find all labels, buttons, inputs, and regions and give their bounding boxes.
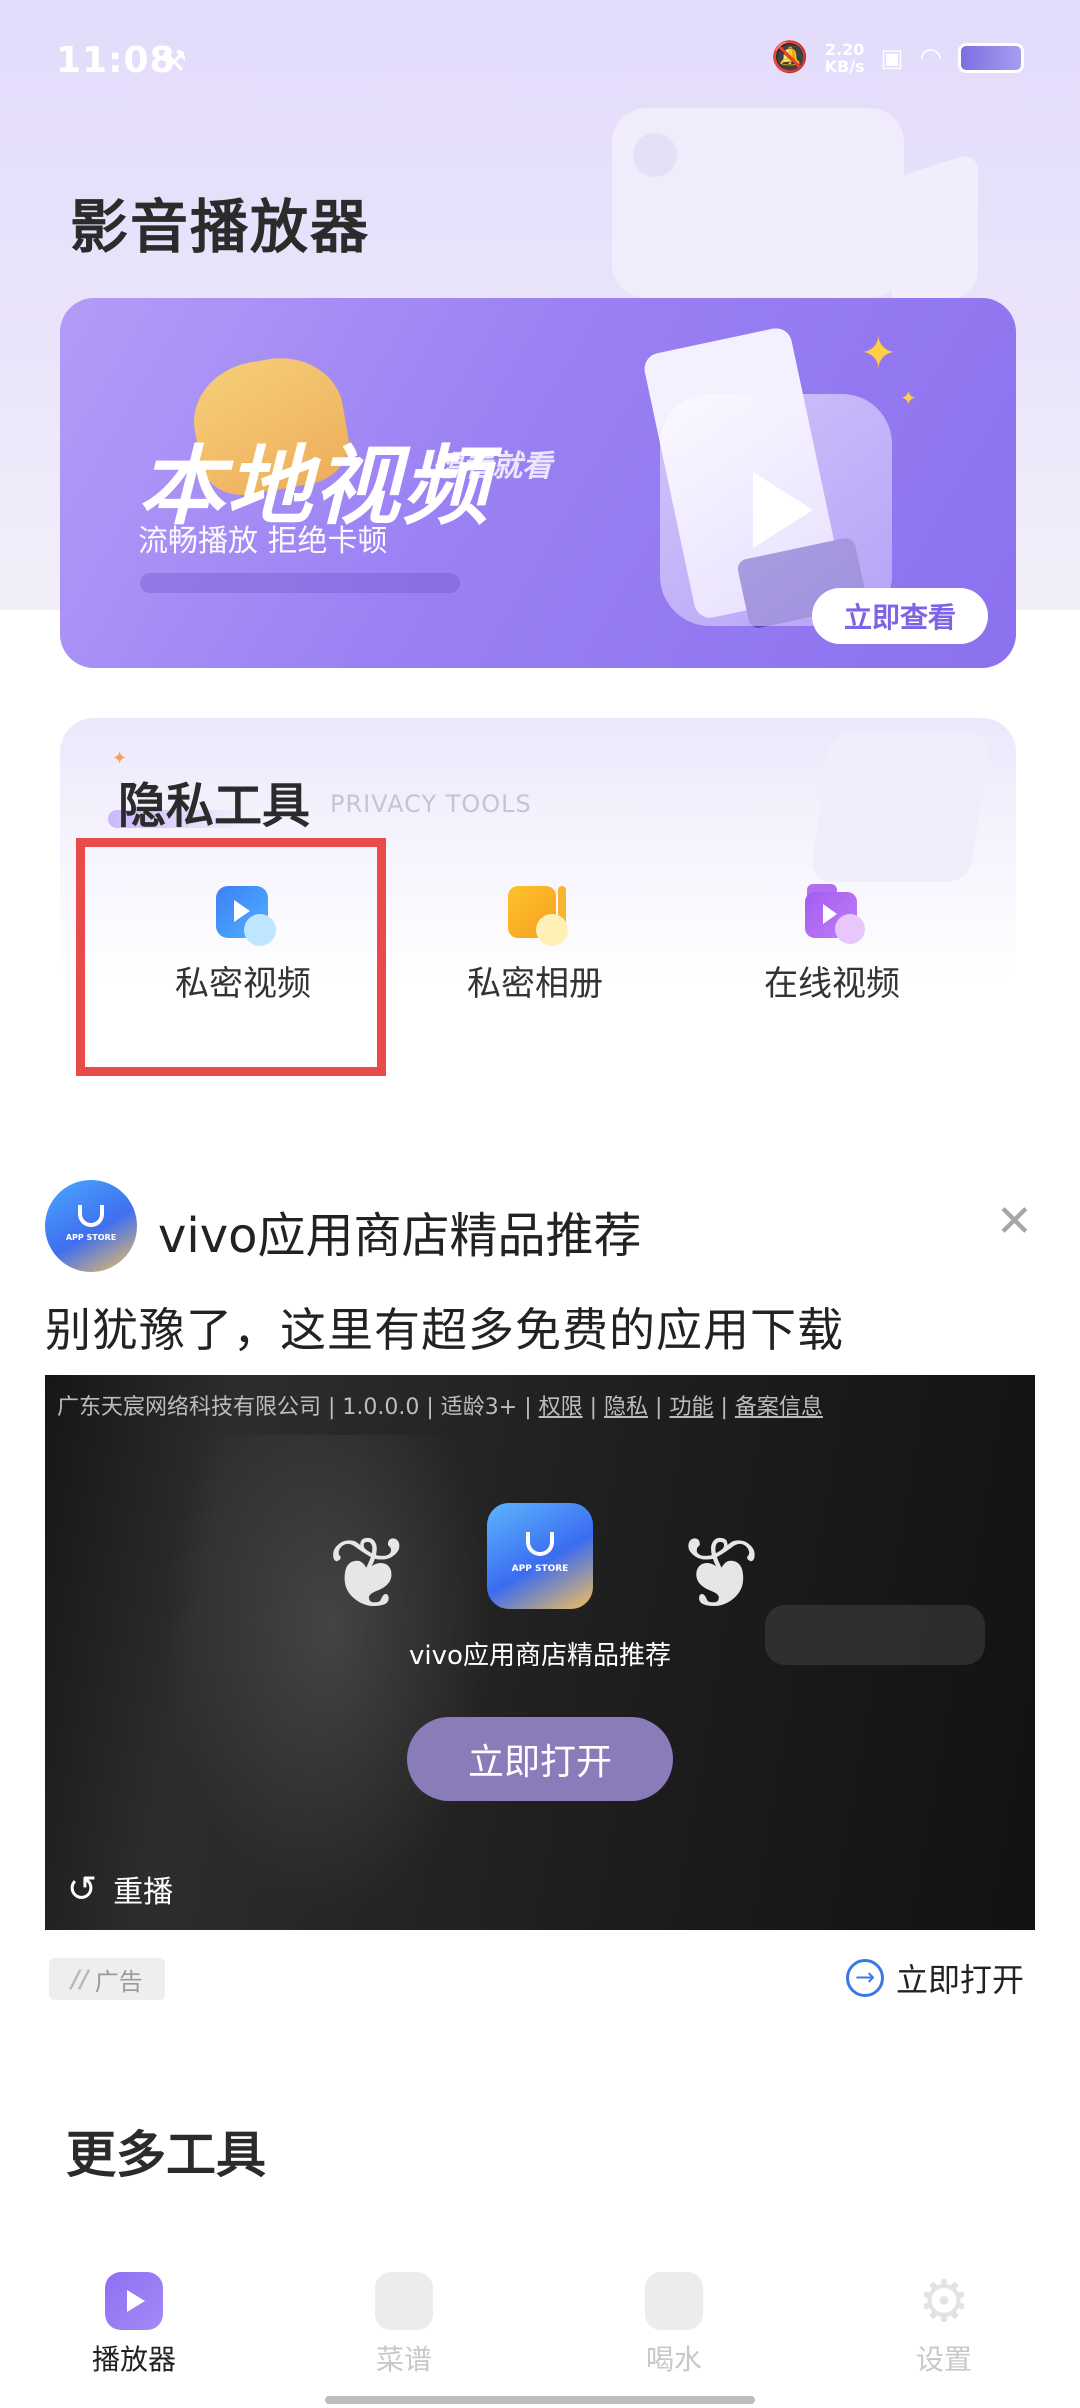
nav-item-water[interactable]: 喝水 bbox=[584, 2272, 764, 2378]
video-blur-figure bbox=[165, 1435, 495, 1915]
function-link[interactable]: 功能 bbox=[669, 1395, 713, 1420]
privacy-tools-subtitle: PRIVACY TOOLS bbox=[330, 790, 532, 818]
ad-badge-label: 广告 bbox=[94, 1967, 143, 1996]
nav-label-settings: 设置 bbox=[915, 2343, 972, 2376]
private-album-label: 私密相册 bbox=[467, 964, 603, 1004]
banner-shadow-decoration bbox=[140, 573, 460, 593]
sim-icon: ▣ bbox=[880, 43, 904, 72]
more-tools-title: 更多工具 bbox=[66, 2126, 266, 2184]
recipe-icon bbox=[375, 2272, 433, 2330]
view-now-button[interactable]: 立即查看 bbox=[812, 588, 988, 644]
bottom-nav: 播放器 菜谱 喝水 ⚙ 设置 bbox=[0, 2250, 1080, 2408]
banner-tagline: 想看就看 bbox=[432, 449, 552, 484]
local-video-banner[interactable]: 本地视频 想看就看 流畅播放 拒绝卡顿 ✦ ✦ 立即查看 bbox=[60, 298, 1016, 668]
nav-item-recipes[interactable]: 菜谱 bbox=[314, 2272, 494, 2378]
ad-meta-company: 广东天宸网络科技有限公司 | 1.0.0.0 | 适龄3+ | bbox=[57, 1395, 539, 1420]
replay-icon: ↺ bbox=[67, 1868, 98, 1910]
ad-center-label: vivo应用商店精品推荐 bbox=[409, 1641, 671, 1671]
nav-label-recipes: 菜谱 bbox=[375, 2343, 432, 2376]
network-speed-value: 2.20 bbox=[824, 39, 865, 59]
banner-subtitle: 流畅播放 拒绝卡顿 bbox=[138, 524, 388, 559]
battery-icon bbox=[958, 42, 1024, 73]
mute-icon: 🔕 bbox=[771, 40, 809, 75]
water-cup-icon bbox=[645, 2272, 703, 2330]
gear-icon: ⚙ bbox=[918, 2267, 970, 2335]
camera-lens-decoration bbox=[633, 133, 677, 177]
private-album-tool[interactable]: 私密相册 bbox=[415, 876, 655, 1016]
app-store-icon-text: APP STORE bbox=[511, 1564, 569, 1574]
sparkle-small-icon: ✦ bbox=[900, 386, 917, 410]
status-icons: 🔕 2.20 KB/s ▣ ◠ bbox=[771, 40, 1024, 75]
sparkle-icon: ✦ bbox=[860, 328, 897, 379]
online-video-tool[interactable]: 在线视频 bbox=[712, 876, 952, 1016]
ad-brand-icon: // bbox=[71, 1965, 89, 1993]
ad-video[interactable]: 广东天宸网络科技有限公司 | 1.0.0.0 | 适龄3+ | 权限 | 隐私 … bbox=[45, 1375, 1035, 1930]
filing-info-link[interactable]: 备案信息 bbox=[735, 1395, 823, 1420]
permission-link[interactable]: 权限 bbox=[539, 1395, 583, 1420]
nav-item-settings[interactable]: ⚙ 设置 bbox=[854, 2272, 1034, 2378]
app-store-logo[interactable]: APP STORE bbox=[45, 1180, 137, 1272]
tools-icon: ⚒ bbox=[160, 44, 187, 79]
camera-side-decoration bbox=[892, 151, 978, 319]
open-now-link-label: 立即打开 bbox=[896, 1961, 1025, 1999]
page-title: 影音播放器 bbox=[70, 193, 371, 261]
arrow-right-circle-icon: → bbox=[846, 1959, 884, 1997]
ad-subtitle[interactable]: 别犹豫了，这里有超多免费的应用下载 bbox=[45, 1294, 844, 1360]
open-now-button[interactable]: 立即打开 bbox=[407, 1717, 673, 1801]
privacy-card-decoration bbox=[809, 732, 991, 882]
wifi-icon: ◠ bbox=[919, 42, 942, 73]
home-indicator[interactable] bbox=[325, 2396, 755, 2404]
nav-item-player[interactable]: 播放器 bbox=[44, 2272, 224, 2378]
app-store-logo-text: APP STORE bbox=[65, 1232, 117, 1242]
open-now-link[interactable]: → 立即打开 bbox=[846, 1955, 1024, 2001]
app-store-icon: APP STORE bbox=[487, 1503, 593, 1609]
status-bar: 11:08 ⚒ 🔕 2.20 KB/s ▣ ◠ bbox=[0, 0, 1080, 120]
online-video-icon bbox=[803, 884, 865, 944]
selection-highlight-box bbox=[76, 838, 386, 1076]
network-speed-unit: KB/s bbox=[824, 56, 865, 76]
status-time: 11:08 bbox=[56, 40, 176, 81]
ad-badge: // 广告 bbox=[49, 1958, 165, 2000]
laurel-right-icon: ❦ bbox=[677, 1515, 761, 1632]
replay-label: 重播 bbox=[113, 1875, 174, 1910]
private-album-icon bbox=[506, 884, 568, 946]
close-icon[interactable]: ✕ bbox=[996, 1196, 1033, 1247]
network-speed: 2.20 KB/s bbox=[825, 41, 865, 75]
privacy-link[interactable]: 隐私 bbox=[604, 1395, 648, 1420]
nav-label-water: 喝水 bbox=[645, 2343, 702, 2376]
laurel-left-icon: ❦ bbox=[327, 1515, 411, 1632]
privacy-tools-title: 隐私工具 bbox=[118, 778, 311, 834]
player-icon bbox=[105, 2272, 163, 2330]
online-video-label: 在线视频 bbox=[764, 964, 900, 1004]
ad-meta-info: 广东天宸网络科技有限公司 | 1.0.0.0 | 适龄3+ | 权限 | 隐私 … bbox=[57, 1395, 823, 1420]
nav-label-player: 播放器 bbox=[91, 2343, 176, 2376]
replay-button[interactable]: ↺ 重播 bbox=[67, 1867, 173, 1911]
ad-title[interactable]: vivo应用商店精品推荐 bbox=[158, 1196, 642, 1266]
